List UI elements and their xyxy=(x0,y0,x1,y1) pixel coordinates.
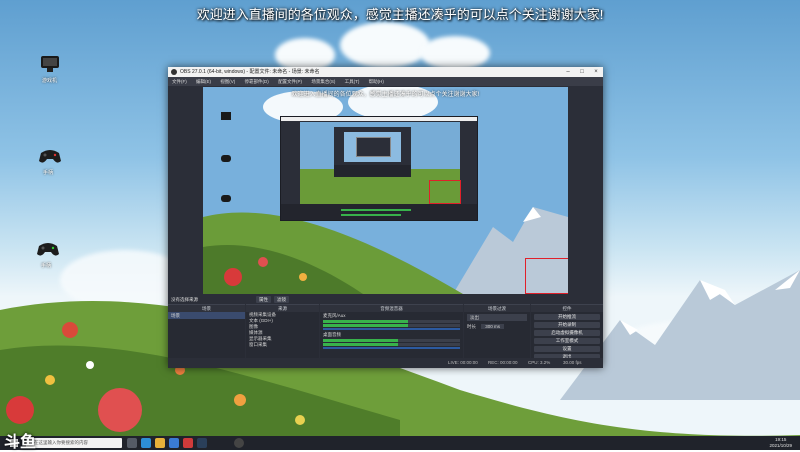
mixer-channel-name: 桌面音频 xyxy=(323,332,341,337)
duration-input[interactable]: 300 ms xyxy=(481,324,505,329)
taskbar-search-input[interactable]: 在这里输入你要搜索的内容 xyxy=(26,438,122,448)
filters-button[interactable]: 滤镜 xyxy=(274,296,289,303)
desktop-banner: 欢迎进入直播间的各位观众，感觉主播还凑乎的可以点个关注谢谢大家! xyxy=(196,7,604,22)
fps-status: 30.00 fps xyxy=(563,360,582,365)
volume-meter xyxy=(323,320,460,323)
cloud xyxy=(420,36,490,70)
meter-fill xyxy=(323,320,408,323)
transitions-title: 场景过渡 xyxy=(464,305,530,312)
close-icon[interactable]: × xyxy=(589,67,603,77)
controls-title: 控件 xyxy=(531,305,603,312)
settings-button[interactable]: 设置 xyxy=(534,346,600,352)
window-title: OBS 27.0.1 (64-bit, windows) - 配置文件: 未命名… xyxy=(180,69,320,75)
transitions-dock: 场景过渡 淡出 时长 300 ms xyxy=(464,304,530,359)
menu-file[interactable]: 文件(F) xyxy=(172,79,187,84)
menu-help[interactable]: 帮助(H) xyxy=(369,79,384,84)
preview-banner: 欢迎进入直播间的各位观众，感觉主播还凑乎的可以点个关注谢谢大家! xyxy=(291,92,480,98)
menu-docks[interactable]: 停靠部件(D) xyxy=(245,79,269,84)
menu-profile[interactable]: 配置文件(P) xyxy=(278,79,302,84)
sources-dock: 来源 视频采集设备 文本 (GDI+) 图像 媒体源 显示器采集 窗口采集 xyxy=(246,304,319,359)
menu-scene-collection[interactable]: 场景集合(S) xyxy=(311,79,335,84)
audio-mixer-dock: 音频混音器 麦克风/Aux 桌面音频 xyxy=(320,304,463,359)
meter-fill xyxy=(323,343,399,346)
meter-fill xyxy=(323,339,399,342)
live-status: LIVE: 00:00:00 xyxy=(448,360,478,365)
volume-meter xyxy=(323,324,460,327)
file-explorer-icon[interactable] xyxy=(155,438,165,448)
obs-window[interactable]: OBS 27.0.1 (64-bit, windows) - 配置文件: 未命名… xyxy=(168,67,603,368)
meter-fill xyxy=(323,324,408,327)
edge-browser-icon[interactable] xyxy=(141,438,151,448)
cpu-status: CPU: 3.2% xyxy=(528,360,551,365)
start-streaming-button[interactable]: 开始推流 xyxy=(534,314,600,320)
start-virtual-camera-button[interactable]: 启动虚拟摄像机 xyxy=(534,330,600,336)
gamepad-icon xyxy=(221,195,231,202)
app-icon[interactable] xyxy=(183,438,193,448)
desktop-icon-label: 手柄 xyxy=(41,263,52,269)
cloud xyxy=(340,22,430,68)
volume-slider[interactable] xyxy=(323,347,460,349)
transition-duration: 时长 300 ms xyxy=(464,323,530,330)
menu-edit[interactable]: 编辑(E) xyxy=(196,79,211,84)
source-toolbar: 没有选择来源 属性 滤镜 xyxy=(168,295,603,304)
nested-obs-capture-inner xyxy=(334,127,411,177)
mixer-title: 音频混音器 xyxy=(320,305,463,312)
system-clock[interactable]: 19:15 2021/10/29 xyxy=(769,437,792,449)
preview-canvas[interactable]: 欢迎进入直播间的各位观众，感觉主播还凑乎的可以点个关注谢谢大家! xyxy=(203,87,568,294)
task-view-icon[interactable] xyxy=(127,438,137,448)
nested-obs-capture xyxy=(280,116,478,221)
desktop-icon-label: 游戏机 xyxy=(42,78,58,84)
selection-box xyxy=(429,180,461,204)
gamepad-icon[interactable] xyxy=(35,238,61,260)
mixer-channel-name: 麦克风/Aux xyxy=(323,313,346,318)
start-recording-button[interactable]: 开始录制 xyxy=(534,322,600,328)
studio-mode-button[interactable]: 工作室模式 xyxy=(534,338,600,344)
obs-logo-icon xyxy=(171,69,177,75)
scene-item[interactable]: 场景 xyxy=(168,312,245,319)
obs-taskbar-icon[interactable] xyxy=(234,438,244,448)
duration-label: 时长 xyxy=(467,324,476,329)
store-icon[interactable] xyxy=(169,438,179,448)
sources-title: 来源 xyxy=(246,305,319,312)
game-controller-icon xyxy=(221,112,231,120)
douyu-watermark: 斗鱼 xyxy=(4,434,37,451)
status-bar: LIVE: 00:00:00 REC: 00:00:00 CPU: 3.2% 3… xyxy=(168,358,603,368)
maximize-icon[interactable]: □ xyxy=(575,67,589,77)
taskbar: 在这里输入你要搜索的内容 19:15 2021/10/29 xyxy=(0,436,800,450)
volume-meter xyxy=(323,339,460,342)
volume-slider[interactable] xyxy=(323,328,460,330)
properties-button[interactable]: 属性 xyxy=(256,296,271,303)
game-controller-icon[interactable] xyxy=(37,53,63,75)
desktop-icon-label: 手柄 xyxy=(43,170,54,176)
rec-status: REC: 00:00:00 xyxy=(488,360,518,365)
scenes-title: 场景 xyxy=(168,305,245,312)
steam-icon[interactable] xyxy=(197,438,207,448)
source-item[interactable]: 窗口采集 xyxy=(246,342,319,348)
menu-bar: 文件(F) 编辑(E) 视图(V) 停靠部件(D) 配置文件(P) 场景集合(S… xyxy=(168,77,603,86)
controls-dock: 控件 开始推流 开始录制 启动虚拟摄像机 工作室模式 设置 退出 xyxy=(531,304,603,360)
title-bar[interactable]: OBS 27.0.1 (64-bit, windows) - 配置文件: 未命名… xyxy=(168,67,603,77)
gamepad-icon[interactable] xyxy=(37,145,63,167)
selection-box[interactable] xyxy=(525,258,568,294)
gamepad-icon xyxy=(221,155,231,162)
clock-date: 2021/10/29 xyxy=(769,443,792,448)
no-source-label: 没有选择来源 xyxy=(171,297,198,302)
menu-tools[interactable]: 工具(T) xyxy=(345,79,360,84)
scenes-dock: 场景 场景 xyxy=(168,304,245,359)
transition-type-select[interactable]: 淡出 xyxy=(467,314,527,321)
minimize-icon[interactable]: – xyxy=(561,67,575,77)
menu-view[interactable]: 视图(V) xyxy=(220,79,235,84)
volume-meter xyxy=(323,343,460,346)
